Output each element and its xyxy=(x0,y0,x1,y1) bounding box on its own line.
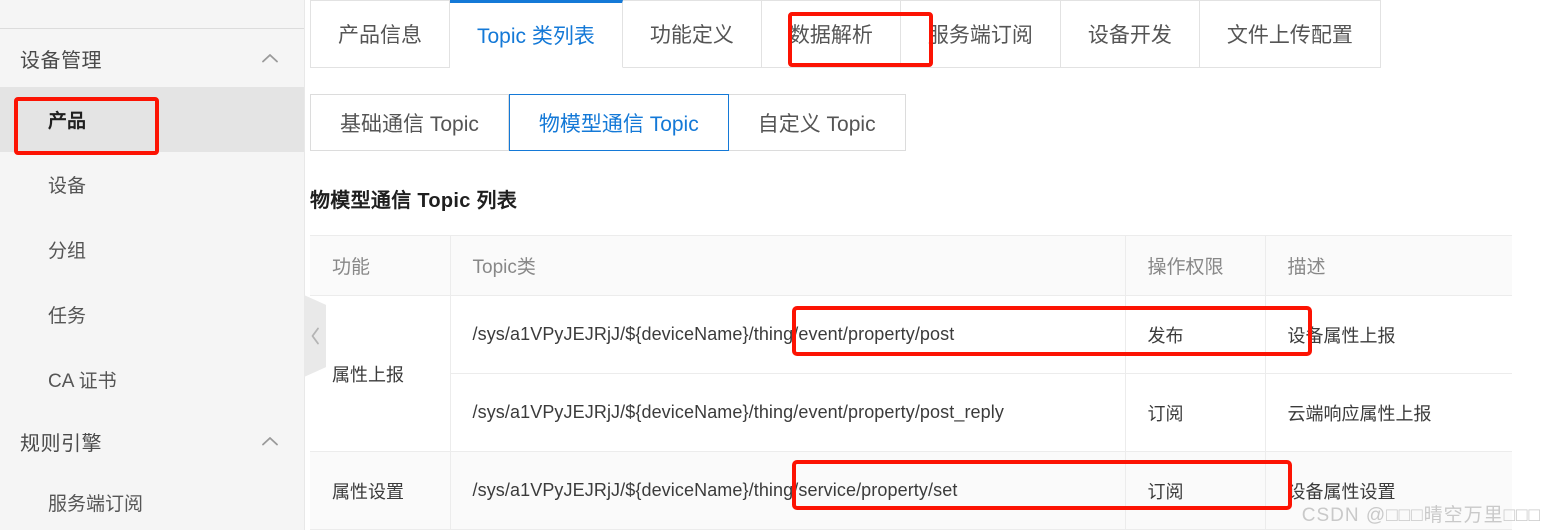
cell-topic: /sys/a1VPyJEJRjJ/${deviceName}/thing/ser… xyxy=(450,451,1126,530)
cell-description: 云端响应属性上报 xyxy=(1265,373,1512,452)
segment-thing-model-communication-topic[interactable]: 物模型通信 Topic xyxy=(508,94,729,151)
primary-tab-bar: 产品信息 Topic 类列表 功能定义 数据解析 服务端订阅 设备开发 文件上传… xyxy=(310,0,1547,68)
table-row: 属性上报 /sys/a1VPyJEJRjJ/${deviceName}/thin… xyxy=(310,295,1512,452)
cell-description: 设备属性上报 xyxy=(1265,295,1512,374)
sidebar-item-label: 任务 xyxy=(48,306,87,327)
tab-label: 设备开发 xyxy=(1087,24,1172,47)
csdn-watermark: CSDN @□□□晴空万里□□□ xyxy=(1301,505,1541,526)
sidebar-item-device[interactable]: 设备 xyxy=(0,152,304,217)
tab-label: 文件上传配置 xyxy=(1226,24,1353,47)
chevron-up-icon[interactable] xyxy=(262,436,278,446)
tab-file-upload-config[interactable]: 文件上传配置 xyxy=(1199,0,1381,68)
sidebar: 设备管理 产品 设备 分组 任务 CA 证书 规则引擎 服务端订阅 xyxy=(0,0,305,530)
tab-device-development[interactable]: 设备开发 xyxy=(1060,0,1200,68)
tab-function-definition[interactable]: 功能定义 xyxy=(622,0,762,68)
table-body: 属性上报 /sys/a1VPyJEJRjJ/${deviceName}/thin… xyxy=(310,295,1512,530)
tab-label: 服务端订阅 xyxy=(927,24,1033,47)
table-header-row: 功能 Topic类 操作权限 描述 xyxy=(310,235,1512,296)
tab-label: 数据解析 xyxy=(788,24,873,47)
segment-basic-communication-topic[interactable]: 基础通信 Topic xyxy=(310,94,509,151)
sidebar-group-label: 规则引擎 xyxy=(20,432,102,455)
sidebar-item-label: 设备 xyxy=(48,176,87,197)
column-header-permission: 操作权限 xyxy=(1125,235,1266,296)
topic-path-text: /sys/a1VPyJEJRjJ/${deviceName}/thing/ser… xyxy=(472,480,958,500)
sidebar-item-task[interactable]: 任务 xyxy=(0,282,304,347)
segment-label: 物模型通信 Topic xyxy=(538,112,699,136)
app-root: 设备管理 产品 设备 分组 任务 CA 证书 规则引擎 服务端订阅 产品信息 T… xyxy=(0,0,1547,530)
cell-topic: /sys/a1VPyJEJRjJ/${deviceName}/thing/eve… xyxy=(450,373,1126,452)
sidebar-item-label: 服务端订阅 xyxy=(48,494,144,515)
segment-label: 自定义 Topic xyxy=(757,112,876,136)
main-content: 产品信息 Topic 类列表 功能定义 数据解析 服务端订阅 设备开发 文件上传… xyxy=(305,0,1547,530)
cell-permission: 订阅 xyxy=(1125,451,1266,530)
sidebar-top-strip xyxy=(0,0,304,29)
tab-label: 功能定义 xyxy=(649,24,734,47)
sidebar-item-label: 产品 xyxy=(48,111,87,132)
sidebar-group-rule-engine[interactable]: 规则引擎 xyxy=(0,412,304,470)
sidebar-item-ca-certificate[interactable]: CA 证书 xyxy=(0,347,304,412)
topic-table: 功能 Topic类 操作权限 描述 属性上报 /sys/a1VPyJEJRjJ/… xyxy=(310,235,1512,530)
tab-label: 产品信息 xyxy=(338,24,422,47)
sidebar-item-group[interactable]: 分组 xyxy=(0,217,304,282)
chevron-up-icon[interactable] xyxy=(262,53,278,63)
tab-data-parsing[interactable]: 数据解析 xyxy=(761,0,901,68)
cell-permission: 订阅 xyxy=(1125,373,1266,452)
tab-server-subscription[interactable]: 服务端订阅 xyxy=(900,0,1061,68)
segment-label: 基础通信 Topic xyxy=(340,112,479,136)
sidebar-item-label: 分组 xyxy=(48,241,87,262)
cell-permission: 发布 xyxy=(1125,295,1266,374)
column-header-description: 描述 xyxy=(1265,235,1512,296)
topic-table-container: 功能 Topic类 操作权限 描述 属性上报 /sys/a1VPyJEJRjJ/… xyxy=(310,235,1512,530)
topic-path-text: /sys/a1VPyJEJRjJ/${deviceName}/thing/eve… xyxy=(472,402,1004,422)
column-header-topic-class: Topic类 xyxy=(450,235,1126,296)
sidebar-group-label: 设备管理 xyxy=(20,49,102,72)
table-head: 功能 Topic类 操作权限 描述 xyxy=(310,235,1512,296)
column-header-function: 功能 xyxy=(310,235,451,296)
sidebar-group-device-management[interactable]: 设备管理 xyxy=(0,29,304,87)
segment-custom-topic[interactable]: 自定义 Topic xyxy=(728,94,906,151)
cell-function: 属性设置 xyxy=(310,451,451,530)
section-title: 物模型通信 Topic 列表 xyxy=(310,190,518,212)
chevron-left-icon xyxy=(311,327,319,345)
sidebar-item-label: CA 证书 xyxy=(48,371,117,392)
sidebar-item-product[interactable]: 产品 xyxy=(0,87,304,152)
topic-category-segmented-control: 基础通信 Topic 物模型通信 Topic 自定义 Topic xyxy=(310,94,906,151)
sidebar-collapse-handle[interactable] xyxy=(304,295,326,377)
cell-function: 属性上报 xyxy=(310,295,451,452)
topic-path-text: /sys/a1VPyJEJRjJ/${deviceName}/thing/eve… xyxy=(472,324,955,344)
tab-product-info[interactable]: 产品信息 xyxy=(310,0,450,68)
sidebar-item-server-subscription[interactable]: 服务端订阅 xyxy=(0,470,304,530)
table-row: /sys/a1VPyJEJRjJ/${deviceName}/thing/eve… xyxy=(310,373,1512,452)
cell-topic: /sys/a1VPyJEJRjJ/${deviceName}/thing/eve… xyxy=(450,295,1126,374)
tab-topic-class-list[interactable]: Topic 类列表 xyxy=(450,0,623,68)
tab-label: Topic 类列表 xyxy=(477,25,595,48)
